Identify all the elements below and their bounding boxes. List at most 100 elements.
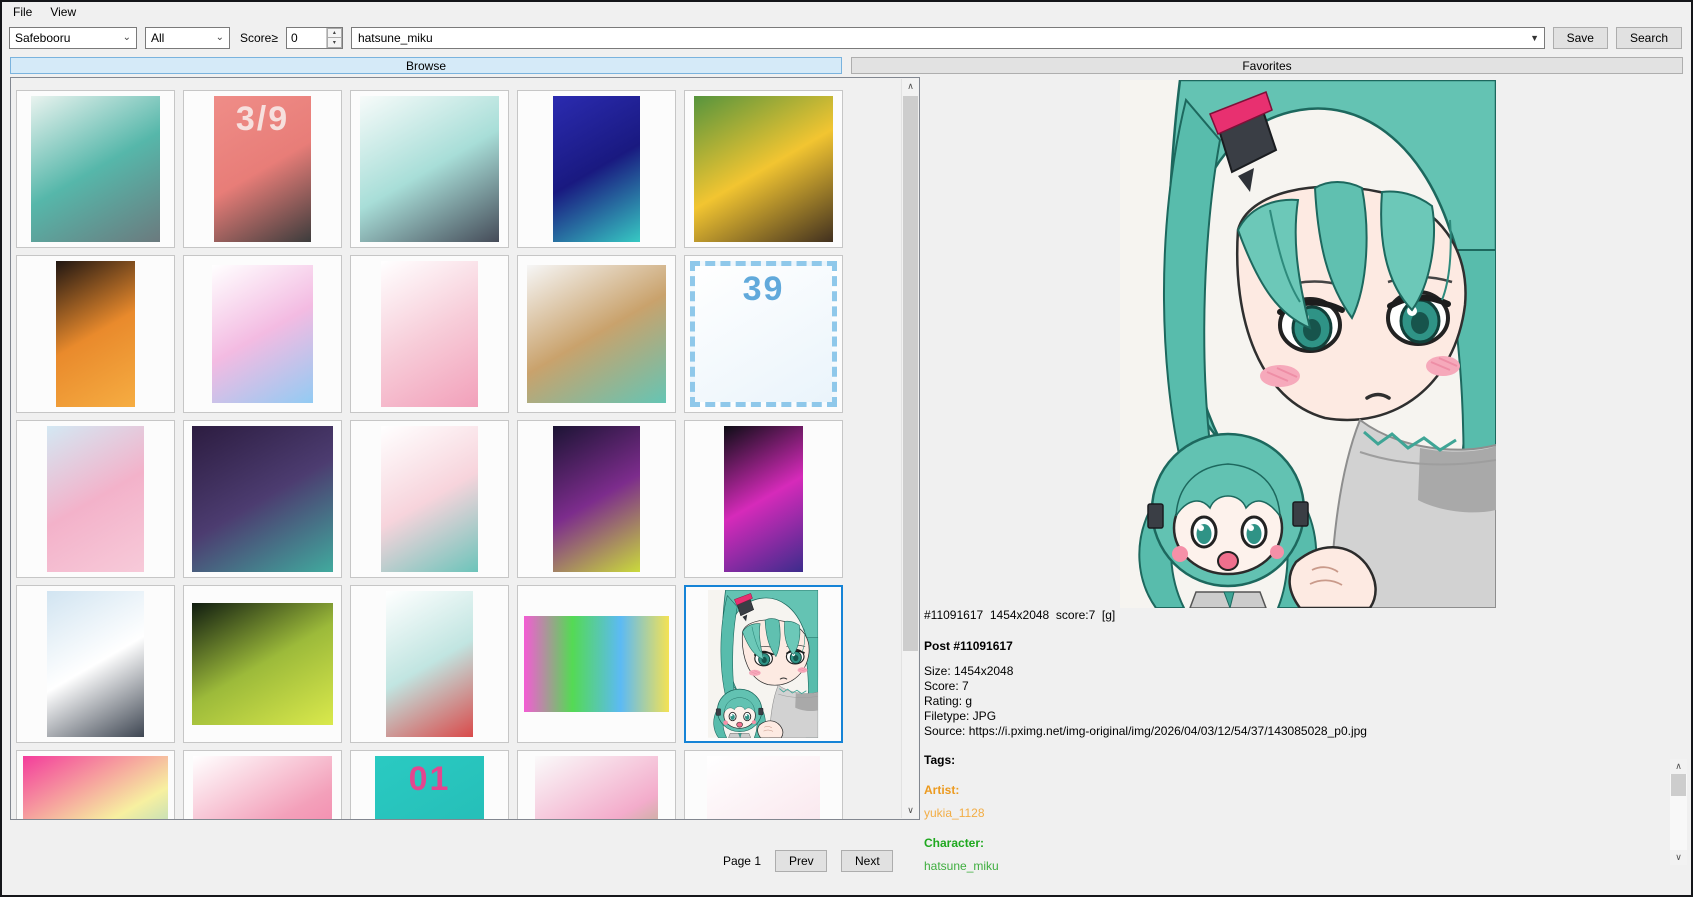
source-select[interactable]: Safebooru ⌄ — [9, 27, 137, 49]
thumbnail-text: 39 — [695, 270, 833, 309]
preview-image — [1120, 80, 1496, 608]
tab-browse[interactable]: Browse — [10, 57, 842, 74]
thumbnail[interactable] — [684, 750, 843, 819]
thumbnail[interactable] — [183, 255, 342, 413]
thumbnail[interactable] — [517, 420, 676, 578]
page-label: Page 1 — [723, 854, 761, 868]
thumbnail-image — [192, 426, 333, 573]
thumbnail[interactable] — [517, 255, 676, 413]
post-title: Post #11091617 — [924, 639, 1679, 654]
prev-button[interactable]: Prev — [775, 850, 827, 872]
scroll-up-icon[interactable]: ∧ — [902, 79, 919, 94]
thumbnail-image — [553, 96, 641, 243]
rating-select-value: All — [151, 31, 164, 45]
menu-view[interactable]: View — [41, 3, 85, 21]
thumbnail[interactable] — [684, 585, 843, 743]
thumbnail-image — [708, 590, 818, 738]
thumbnail-image — [553, 426, 641, 573]
tag-search-input[interactable] — [352, 29, 1526, 47]
pagination: Page 1 Prev Next — [10, 848, 907, 874]
thumbnail[interactable]: 3/9 — [183, 90, 342, 248]
thumbnail[interactable] — [684, 420, 843, 578]
thumbnail-text: 01 — [375, 760, 485, 799]
tag-group-label: Artist: — [924, 783, 1679, 798]
thumbnail[interactable] — [16, 90, 175, 248]
thumbnail-text: 3/9 — [214, 100, 311, 139]
thumbnail[interactable] — [350, 420, 509, 578]
post-details: #11091617 1454x2048 score:7 [g] Post #11… — [924, 608, 1679, 874]
post-summary: #11091617 1454x2048 score:7 [g] — [924, 608, 1679, 623]
thumbnail-image — [47, 426, 144, 573]
thumbnail-image — [694, 96, 832, 243]
thumbnail-image — [56, 261, 135, 408]
tags-scrollbar[interactable]: ∧ ∨ — [1670, 759, 1687, 865]
thumbnail[interactable] — [16, 420, 175, 578]
thumbnail-image — [381, 426, 478, 573]
thumbnail-grid: 3/9 39 01 — [16, 90, 876, 819]
tag-link[interactable]: hatsune_miku — [924, 859, 1679, 874]
score-input[interactable] — [287, 28, 326, 48]
thumbnail[interactable] — [517, 90, 676, 248]
thumbnail-image — [47, 591, 144, 738]
next-button[interactable]: Next — [841, 850, 893, 872]
grid-scrollbar[interactable]: ∧ ∨ — [901, 79, 918, 818]
combo-dropdown-icon[interactable]: ▼ — [1526, 33, 1544, 43]
post-fields: Size: 1454x2048Score: 7Rating: gFiletype… — [924, 664, 1679, 739]
tag-link[interactable]: yukia_1128 — [924, 806, 1679, 821]
scroll-down-icon[interactable]: ∨ — [902, 803, 919, 818]
grid-scrollbar-thumb[interactable] — [903, 96, 918, 651]
spinner-up-icon[interactable]: ▴ — [327, 28, 342, 38]
scroll-up-icon[interactable]: ∧ — [1670, 759, 1687, 774]
thumbnail-image — [707, 756, 820, 819]
thumbnail[interactable] — [517, 585, 676, 743]
thumbnail-image — [524, 616, 668, 713]
rating-select[interactable]: All ⌄ — [145, 27, 230, 49]
app-window: File View Safebooru ⌄ All ⌄ Score≥ ▴ ▾ ▼… — [0, 0, 1693, 897]
thumbnail-image — [386, 591, 474, 738]
thumbnail-panel: 3/9 39 01 ∧ ∨ — [10, 77, 920, 820]
thumbnail[interactable] — [350, 585, 509, 743]
thumbnail[interactable] — [183, 750, 342, 819]
thumbnail[interactable] — [517, 750, 676, 819]
thumbnail[interactable]: 01 — [350, 750, 509, 819]
post-field: Source: https://i.pximg.net/img-original… — [924, 724, 1679, 739]
tags-label: Tags: — [924, 753, 1679, 768]
thumbnail[interactable] — [350, 90, 509, 248]
search-button[interactable]: Search — [1616, 27, 1682, 49]
thumbnail[interactable] — [16, 750, 175, 819]
scroll-down-icon[interactable]: ∨ — [1670, 850, 1687, 865]
post-field: Rating: g — [924, 694, 1679, 709]
thumbnail[interactable]: 39 — [684, 255, 843, 413]
save-button[interactable]: Save — [1553, 27, 1608, 49]
thumbnail[interactable] — [183, 585, 342, 743]
chevron-down-icon: ⌄ — [117, 32, 131, 43]
tags-scrollbar-thumb[interactable] — [1671, 774, 1686, 796]
score-spinner: ▴ ▾ — [286, 27, 343, 49]
menu-bar: File View — [2, 2, 1691, 21]
thumbnail-image — [23, 756, 167, 819]
thumbnail-image: 3/9 — [214, 96, 311, 243]
thumbnail[interactable] — [183, 420, 342, 578]
thumbnail[interactable] — [16, 255, 175, 413]
thumbnail-image — [192, 603, 333, 725]
toolbar: Safebooru ⌄ All ⌄ Score≥ ▴ ▾ ▼ Save Sear… — [2, 21, 1691, 54]
thumbnail[interactable] — [16, 585, 175, 743]
thumbnail[interactable] — [684, 90, 843, 248]
tab-favorites[interactable]: Favorites — [851, 57, 1683, 74]
tag-groups: Artist: yukia_1128 Character: hatsune_miku — [924, 783, 1679, 874]
post-field: Size: 1454x2048 — [924, 664, 1679, 679]
spinner-down-icon[interactable]: ▾ — [327, 37, 342, 48]
score-label: Score≥ — [238, 31, 278, 45]
chevron-down-icon: ⌄ — [210, 32, 224, 43]
menu-file[interactable]: File — [4, 3, 41, 21]
thumbnail-image: 39 — [690, 261, 838, 408]
thumbnail-image — [193, 756, 331, 819]
tag-group-label: Character: — [924, 836, 1679, 851]
thumbnail-image — [360, 96, 498, 243]
tag-search-combobox: ▼ — [351, 27, 1545, 49]
source-select-value: Safebooru — [15, 31, 70, 45]
thumbnail-image — [535, 756, 657, 819]
thumbnail[interactable] — [350, 255, 509, 413]
thumbnail-image — [527, 265, 665, 402]
thumbnail-image: 01 — [375, 756, 485, 819]
